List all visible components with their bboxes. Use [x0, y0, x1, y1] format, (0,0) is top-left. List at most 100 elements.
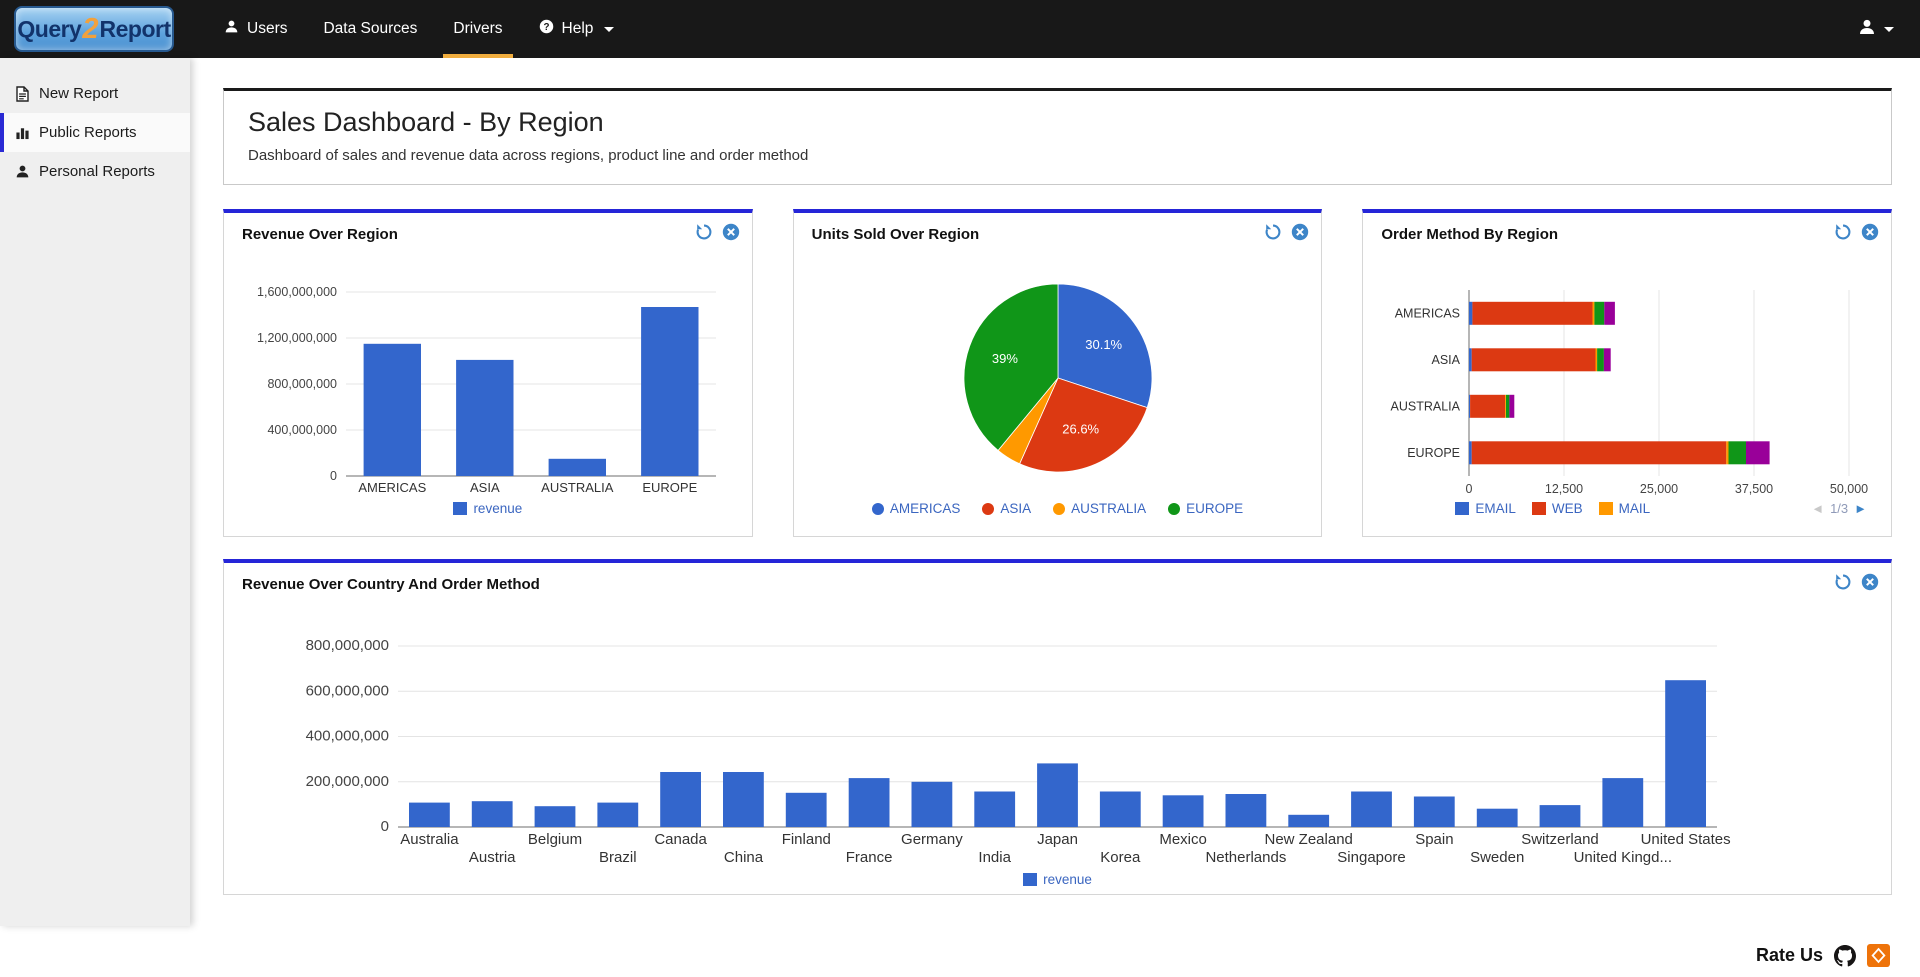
svg-text:ASIA: ASIA — [1432, 353, 1461, 367]
top-navbar: Query 2 Report Users Data Sources Drivers … — [0, 0, 1920, 58]
chart-title: Units Sold Over Region — [811, 226, 980, 243]
svg-text:26.6%: 26.6% — [1062, 422, 1099, 437]
close-icon[interactable] — [1291, 223, 1309, 241]
svg-text:Spain: Spain — [1415, 831, 1453, 848]
sidebar-item-label: Personal Reports — [39, 163, 155, 180]
svg-text:0: 0 — [330, 469, 337, 483]
legend-item: ASIA — [982, 502, 1031, 516]
nav-item-users[interactable]: Users — [206, 0, 305, 58]
legend-prev-icon[interactable]: ◄ — [1811, 502, 1824, 515]
rate-us-label: Rate Us — [1755, 945, 1823, 965]
user-menu[interactable] — [1854, 18, 1898, 41]
legend-item: EUROPE — [1168, 502, 1243, 516]
legend-item: revenue — [453, 502, 522, 516]
nav-label: Users — [247, 20, 288, 37]
sidebar-item-new-report[interactable]: New Report — [0, 74, 190, 113]
svg-text:AMERICAS: AMERICAS — [1395, 306, 1460, 320]
nav-label: Data Sources — [323, 20, 418, 37]
chevron-down-icon — [604, 26, 615, 32]
sidebar-item-public-reports[interactable]: Public Reports — [0, 113, 190, 152]
svg-text:New Zealand: New Zealand — [1265, 831, 1353, 848]
legend-item: MAIL — [1598, 501, 1651, 516]
dashboard-header-panel: Sales Dashboard - By Region Dashboard of… — [223, 88, 1892, 185]
close-icon[interactable] — [1861, 573, 1879, 591]
svg-text:Japan: Japan — [1037, 831, 1078, 848]
brand-digit: 2 — [82, 12, 99, 45]
svg-text:Belgium: Belgium — [528, 831, 582, 848]
chart-legend: revenue — [238, 873, 1877, 887]
legend-label: AUSTRALIA — [1071, 501, 1147, 516]
svg-text:Canada: Canada — [654, 831, 707, 848]
legend-marker — [1598, 502, 1613, 516]
chart-panel-order-method-by-region: Order Method By Region 0 12,500 25,000 37,5… — [1362, 209, 1893, 537]
svg-text:China: China — [724, 849, 764, 866]
legend-marker — [982, 502, 995, 515]
new-report-file-icon — [15, 85, 30, 102]
legend-item: EMAIL — [1455, 502, 1516, 516]
legend-marker — [1531, 502, 1546, 516]
svg-text:EUROPE: EUROPE — [642, 480, 697, 495]
svg-text:1,200,000,000: 1,200,000,000 — [257, 331, 337, 345]
refresh-icon[interactable] — [1834, 223, 1852, 241]
close-icon[interactable] — [1861, 223, 1879, 241]
revenue-over-country-chart: 0 200,000,000 400,000,000 600,000,000 800,00… — [238, 595, 1877, 871]
svg-text:800,000,000: 800,000,000 — [267, 377, 337, 391]
refresh-icon[interactable] — [1834, 573, 1852, 591]
svg-text:United States: United States — [1641, 831, 1731, 848]
svg-text:12,500: 12,500 — [1545, 482, 1583, 496]
app-body: New Report Public Reports Personal Repor… — [0, 58, 1920, 926]
chart-panel-revenue-over-region: Revenue Over Region 0 400,000,000 800,000,… — [223, 209, 753, 537]
svg-text:400,000,000: 400,000,000 — [306, 728, 389, 745]
svg-text:United Kingd...: United Kingd... — [1574, 849, 1672, 866]
page-footer: Rate Us — [0, 926, 1920, 967]
legend-marker — [1023, 873, 1038, 887]
svg-text:France: France — [846, 849, 893, 866]
nav-item-data-sources[interactable]: Data Sources — [305, 0, 435, 58]
brand-text-2: Report — [99, 15, 172, 42]
legend-marker — [1053, 502, 1066, 515]
sourceforge-icon[interactable] — [1867, 944, 1890, 967]
refresh-icon[interactable] — [1264, 223, 1282, 241]
bar-chart-icon — [15, 125, 30, 140]
chart-title: Revenue Over Country And Order Method — [242, 576, 540, 593]
svg-text:Australia: Australia — [400, 831, 459, 848]
charts-row: Revenue Over Region 0 400,000,000 800,000,… — [223, 209, 1893, 537]
github-icon[interactable] — [1834, 944, 1856, 967]
brand-text: Query — [17, 15, 82, 42]
svg-text:25,000: 25,000 — [1640, 482, 1678, 496]
close-icon[interactable] — [722, 223, 740, 241]
nav-item-help[interactable]: ? Help — [521, 0, 633, 58]
user-icon — [224, 19, 239, 39]
account-icon — [1858, 18, 1876, 41]
legend-pager: ◄ 1/3 ► — [1811, 502, 1877, 515]
chart-legend: AMERICAS ASIA AUSTRALIA EUROPE — [808, 502, 1308, 516]
main-content: Sales Dashboard - By Region Dashboard of… — [190, 58, 1920, 926]
sidebar-item-personal-reports[interactable]: Personal Reports — [0, 152, 190, 191]
legend-next-icon[interactable]: ► — [1854, 502, 1867, 515]
svg-text:30.1%: 30.1% — [1085, 337, 1122, 352]
svg-text:?: ? — [543, 22, 549, 33]
chart-title: Order Method By Region — [1381, 226, 1559, 243]
units-sold-over-region-chart: 30.1% 26.6% 39% — [808, 245, 1308, 500]
svg-text:Sweden: Sweden — [1470, 849, 1524, 866]
svg-text:Switzerland: Switzerland — [1521, 831, 1599, 848]
svg-text:ASIA: ASIA — [470, 480, 500, 495]
order-method-by-region-chart: 0 12,500 25,000 37,500 50,000 AMERICAS ASIA AUS… — [1377, 245, 1877, 500]
revenue-over-region-chart: 0 400,000,000 800,000,000 1,200,000,000 1,60… — [238, 245, 738, 500]
svg-text:Singapore: Singapore — [1337, 849, 1405, 866]
svg-text:39%: 39% — [992, 351, 1018, 366]
chevron-down-icon — [1884, 26, 1894, 32]
refresh-icon[interactable] — [695, 223, 713, 241]
svg-text:AMERICAS: AMERICAS — [358, 480, 426, 495]
nav-item-drivers[interactable]: Drivers — [435, 0, 520, 58]
app-logo[interactable]: Query 2 Report — [14, 6, 174, 52]
chart-panel-units-sold-over-region: Units Sold Over Region 30.1% 26.6% 39% AME… — [792, 209, 1323, 537]
svg-text:Netherlands: Netherlands — [1205, 849, 1286, 866]
sidebar-item-label: Public Reports — [39, 124, 137, 141]
legend-label: ASIA — [1000, 501, 1032, 516]
svg-text:400,000,000: 400,000,000 — [267, 423, 337, 437]
sidebar: New Report Public Reports Personal Repor… — [0, 58, 190, 926]
legend-item: revenue — [1023, 873, 1092, 887]
page-subtitle: Dashboard of sales and revenue data acro… — [248, 147, 809, 164]
legend-label: MAIL — [1618, 501, 1651, 516]
